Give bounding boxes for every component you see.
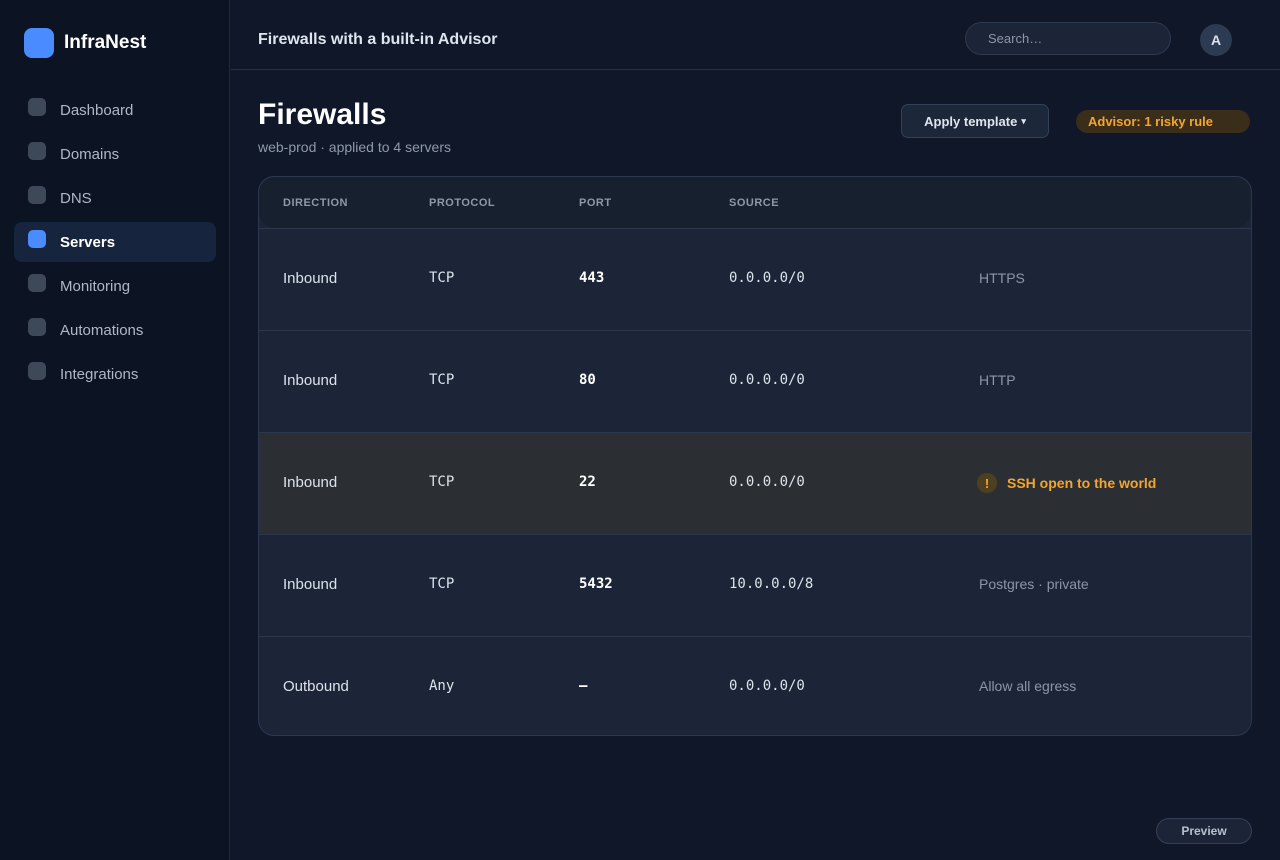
- page-title: Firewalls: [258, 98, 387, 131]
- firewall-rules-table: DIRECTION PROTOCOL PORT SOURCE Inbound T…: [258, 176, 1252, 736]
- sidebar: InfraNest Dashboard Domains DNS Servers …: [0, 0, 230, 860]
- cell-direction: Inbound: [283, 576, 338, 593]
- brand-logo-icon: [24, 28, 54, 58]
- apply-template-button[interactable]: Apply template ▾: [901, 104, 1049, 138]
- table-header: DIRECTION PROTOCOL PORT SOURCE: [259, 177, 1251, 228]
- sidebar-item-label: Servers: [60, 233, 116, 251]
- column-header-direction: DIRECTION: [283, 197, 348, 209]
- cell-direction: Inbound: [283, 270, 338, 287]
- chevron-down-icon: ▾: [1021, 115, 1026, 126]
- topbar-title: Firewalls with a built-in Advisor: [258, 31, 498, 48]
- dns-icon: [28, 186, 46, 204]
- table-row[interactable]: Inbound TCP 5432 10.0.0.0/8 Postgres · p…: [259, 534, 1251, 636]
- cell-port: 22: [579, 474, 596, 490]
- cell-source: 0.0.0.0/0: [729, 372, 805, 388]
- cell-port: —: [579, 678, 588, 694]
- column-header-port: PORT: [579, 197, 612, 209]
- cell-port: 443: [579, 270, 605, 286]
- sidebar-item-label: Integrations: [60, 365, 139, 383]
- dashboard-icon: [28, 98, 46, 116]
- cell-direction: Inbound: [283, 474, 338, 491]
- cell-note: Allow all egress: [979, 678, 1077, 694]
- advisor-warning-text: SSH open to the world: [1007, 475, 1157, 491]
- cell-port: 80: [579, 372, 596, 388]
- cell-source: 0.0.0.0/0: [729, 678, 805, 694]
- sidebar-item-integrations[interactable]: Integrations: [14, 354, 216, 394]
- sidebar-nav: Dashboard Domains DNS Servers Monitoring…: [14, 90, 216, 398]
- apply-template-label: Apply template: [924, 113, 1018, 129]
- servers-icon: [28, 230, 46, 248]
- cell-protocol: TCP: [429, 270, 455, 286]
- advisor-warning[interactable]: ! SSH open to the world: [977, 473, 1156, 493]
- advisor-badge[interactable]: Advisor: 1 risky rule: [1076, 110, 1250, 133]
- sidebar-item-servers[interactable]: Servers: [14, 222, 216, 262]
- column-header-protocol: PROTOCOL: [429, 197, 496, 209]
- cell-direction: Inbound: [283, 372, 338, 389]
- domains-icon: [28, 142, 46, 160]
- table-row[interactable]: Inbound TCP 80 0.0.0.0/0 HTTP: [259, 330, 1251, 432]
- integrations-icon: [28, 362, 46, 380]
- cell-protocol: Any: [429, 678, 455, 694]
- search-input[interactable]: [965, 22, 1171, 55]
- cell-protocol: TCP: [429, 474, 455, 490]
- exclamation-circle-icon: !: [977, 473, 997, 493]
- table-row[interactable]: Inbound TCP 443 0.0.0.0/0 HTTPS: [259, 228, 1251, 330]
- sidebar-item-dns[interactable]: DNS: [14, 178, 216, 218]
- preview-button[interactable]: Preview: [1156, 818, 1252, 844]
- cell-source: 10.0.0.0/8: [729, 576, 814, 592]
- sidebar-item-automations[interactable]: Automations: [14, 310, 216, 350]
- page-subtitle: web-prod · applied to 4 servers: [258, 139, 451, 155]
- column-header-source: SOURCE: [729, 197, 780, 209]
- sidebar-item-label: DNS: [60, 189, 92, 207]
- monitoring-icon: [28, 274, 46, 292]
- automations-icon: [28, 318, 46, 336]
- sidebar-item-label: Dashboard: [60, 101, 134, 119]
- cell-protocol: TCP: [429, 372, 455, 388]
- sidebar-item-domains[interactable]: Domains: [14, 134, 216, 174]
- cell-note: HTTPS: [979, 270, 1025, 286]
- cell-direction: Outbound: [283, 678, 349, 695]
- sidebar-item-label: Domains: [60, 145, 120, 163]
- sidebar-item-monitoring[interactable]: Monitoring: [14, 266, 216, 306]
- table-row[interactable]: Outbound Any — 0.0.0.0/0 Allow all egres…: [259, 636, 1251, 735]
- topbar: Firewalls with a built-in Advisor A: [231, 0, 1280, 70]
- cell-protocol: TCP: [429, 576, 455, 592]
- avatar[interactable]: A: [1200, 24, 1232, 56]
- cell-note: HTTP: [979, 372, 1016, 388]
- table-row-risky[interactable]: Inbound TCP 22 0.0.0.0/0 ! SSH open to t…: [259, 432, 1251, 534]
- brand[interactable]: InfraNest: [24, 28, 146, 58]
- cell-port: 5432: [579, 576, 613, 592]
- sidebar-item-dashboard[interactable]: Dashboard: [14, 90, 216, 130]
- sidebar-item-label: Automations: [60, 321, 144, 339]
- cell-source: 0.0.0.0/0: [729, 474, 805, 490]
- cell-note: Postgres · private: [979, 576, 1089, 592]
- sidebar-item-label: Monitoring: [60, 277, 131, 295]
- brand-name: InfraNest: [64, 32, 147, 53]
- cell-source: 0.0.0.0/0: [729, 270, 805, 286]
